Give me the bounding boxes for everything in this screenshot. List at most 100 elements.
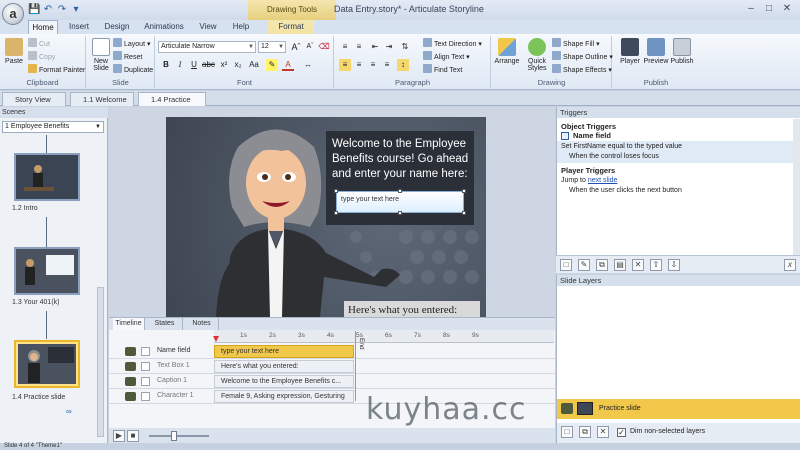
align-right-icon[interactable]: ≡ — [367, 59, 379, 71]
tab-insert[interactable]: Insert — [64, 20, 94, 34]
tab-animations[interactable]: Animations — [140, 20, 188, 34]
triggers-scrollbar[interactable] — [793, 119, 800, 269]
dim-layers-checkbox[interactable]: ✓ — [617, 428, 626, 437]
redo-icon[interactable]: ↷ — [56, 4, 68, 16]
variables-icon[interactable]: x — [784, 259, 796, 271]
tab-timeline[interactable]: Timeline — [113, 318, 145, 330]
timeline-ruler[interactable]: 1s 2s 3s 4s 5s 6s 7s 8s 9s — [214, 330, 554, 343]
duplicate-button[interactable]: Duplicate — [113, 64, 153, 75]
italic-icon[interactable]: I — [174, 59, 186, 71]
tab-practice-slide[interactable]: 1.4 Practice slide — [138, 92, 206, 117]
visibility-checkbox[interactable] — [141, 347, 150, 356]
grow-font-icon[interactable]: Aˆ — [290, 41, 302, 53]
edit-trigger-icon[interactable]: ✎ — [578, 259, 590, 271]
shape-fill-button[interactable]: Shape Fill ▾ — [552, 38, 600, 49]
new-slide-button[interactable]: New Slide — [88, 38, 114, 72]
paste-trigger-icon[interactable]: ▤ — [614, 259, 626, 271]
entered-text-box[interactable]: Here's what you entered: — [344, 301, 480, 317]
tab-format[interactable]: Format — [268, 20, 314, 34]
find-text-button[interactable]: Find Text — [423, 64, 462, 75]
highlight-icon[interactable]: ✎ — [266, 59, 278, 71]
shape-outline-button[interactable]: Shape Outline ▾ — [552, 51, 613, 62]
font-size-select[interactable]: 12 ▼ — [258, 41, 286, 53]
new-trigger-icon[interactable]: □ — [560, 259, 572, 271]
save-icon[interactable]: 💾 — [28, 4, 40, 16]
tab-story-view[interactable]: Story View — [2, 92, 66, 106]
playhead-marker[interactable] — [213, 336, 219, 342]
next-slide-link[interactable]: next slide — [588, 177, 618, 184]
layer-item-base[interactable]: Practice slide — [557, 399, 800, 419]
line-spacing-icon[interactable]: ⇅ — [399, 41, 411, 53]
subscript-icon[interactable]: x₂ — [232, 59, 244, 71]
text-direction-button[interactable]: Text Direction ▾ — [423, 38, 482, 49]
font-family-select[interactable]: Articulate Narrow ▼ — [158, 41, 256, 53]
copy-button[interactable]: Copy — [28, 51, 55, 62]
customize-quick-access-icon[interactable]: ▾ — [70, 4, 82, 16]
tab-states[interactable]: States — [147, 318, 183, 330]
underline-icon[interactable]: U — [188, 59, 200, 71]
bullets-icon[interactable]: ≡ — [339, 41, 351, 53]
undo-icon[interactable]: ↶ — [42, 4, 54, 16]
slide-thumbnail-intro[interactable] — [14, 153, 80, 201]
minimize-icon[interactable]: – — [744, 2, 758, 16]
scenes-scrollbar[interactable] — [97, 287, 104, 437]
slide-link-icon[interactable]: ∞ — [66, 407, 72, 416]
copy-trigger-icon[interactable]: ⧉ — [596, 259, 608, 271]
change-case-icon[interactable]: Aa — [248, 59, 260, 71]
text-autofit-icon[interactable]: ↕ — [397, 59, 409, 71]
welcome-caption-box[interactable]: Welcome to the Employee Benefits course!… — [326, 131, 474, 225]
tab-design[interactable]: Design — [100, 20, 134, 34]
align-text-button[interactable]: Align Text ▾ — [423, 51, 470, 62]
tab-view[interactable]: View — [194, 20, 222, 34]
visibility-checkbox[interactable] — [141, 392, 150, 401]
new-layer-icon[interactable]: □ — [561, 426, 573, 438]
play-icon[interactable]: ▶ — [113, 430, 125, 442]
visibility-checkbox[interactable] — [141, 362, 150, 371]
slide-thumbnail-practice[interactable] — [14, 340, 80, 388]
tab-help[interactable]: Help — [228, 20, 254, 34]
trigger-item-set-variable[interactable]: Set FirstName equal to the typed value W… — [557, 141, 800, 163]
timeline-object-bar[interactable]: Here's what you entered: — [214, 360, 354, 373]
scene-select[interactable]: 1 Employee Benefits ▼ — [2, 121, 104, 133]
decrease-indent-icon[interactable]: ⇤ — [369, 41, 381, 53]
timeline-object-bar[interactable]: type your text here — [214, 345, 354, 358]
strikethrough-icon[interactable]: abc — [202, 59, 215, 71]
timeline-row[interactable]: Caption 1 Welcome to the Employee Benefi… — [109, 374, 555, 389]
tab-notes[interactable]: Notes — [185, 318, 219, 330]
zoom-slider-track[interactable] — [149, 435, 209, 437]
delete-layer-icon[interactable]: ✕ — [597, 426, 609, 438]
timeline-end-marker[interactable] — [355, 331, 356, 401]
duplicate-layer-icon[interactable]: ⧉ — [579, 426, 591, 438]
close-icon[interactable]: ✕ — [780, 2, 794, 16]
cut-button[interactable]: Cut — [28, 38, 50, 49]
quick-styles-button[interactable]: Quick Styles — [522, 38, 552, 72]
paste-button[interactable]: Paste — [1, 38, 27, 65]
layer-eye-icon[interactable] — [561, 403, 573, 414]
align-left-icon[interactable]: ≡ — [339, 59, 351, 71]
character-spacing-icon[interactable]: ↔ — [302, 59, 314, 71]
move-up-icon[interactable]: ⇧ — [650, 259, 662, 271]
shape-effects-button[interactable]: Shape Effects ▾ — [552, 64, 612, 75]
layout-button[interactable]: Layout ▾ — [113, 38, 151, 49]
increase-indent-icon[interactable]: ⇥ — [383, 41, 395, 53]
selection-handle[interactable] — [398, 189, 402, 193]
selection-handle[interactable] — [462, 189, 466, 193]
timeline-object-bar[interactable]: Female 9, Asking expression, Gesturing — [214, 390, 354, 403]
selection-handle[interactable] — [398, 211, 402, 215]
justify-icon[interactable]: ≡ — [381, 59, 393, 71]
clear-formatting-icon[interactable]: ⌫ — [318, 41, 330, 53]
tab-welcome-slide[interactable]: 1.1 Welcome — [70, 92, 134, 106]
visibility-checkbox[interactable] — [141, 377, 150, 386]
publish-button[interactable]: Publish — [669, 38, 695, 65]
timeline-object-bar[interactable]: Welcome to the Employee Benefits c... — [214, 375, 354, 388]
selection-handle[interactable] — [462, 211, 466, 215]
shrink-font-icon[interactable]: Aˇ — [304, 41, 316, 53]
timeline-row[interactable]: Name field type your text here — [109, 344, 555, 359]
app-menu-button[interactable]: a — [2, 3, 24, 25]
bold-icon[interactable]: B — [160, 59, 172, 71]
maximize-icon[interactable]: □ — [762, 2, 776, 16]
slide-canvas[interactable]: Welcome to the Employee Benefits course!… — [166, 117, 486, 317]
stop-icon[interactable]: ■ — [127, 430, 139, 442]
format-painter-button[interactable]: Format Painter — [28, 64, 85, 75]
align-center-icon[interactable]: ≡ — [353, 59, 365, 71]
